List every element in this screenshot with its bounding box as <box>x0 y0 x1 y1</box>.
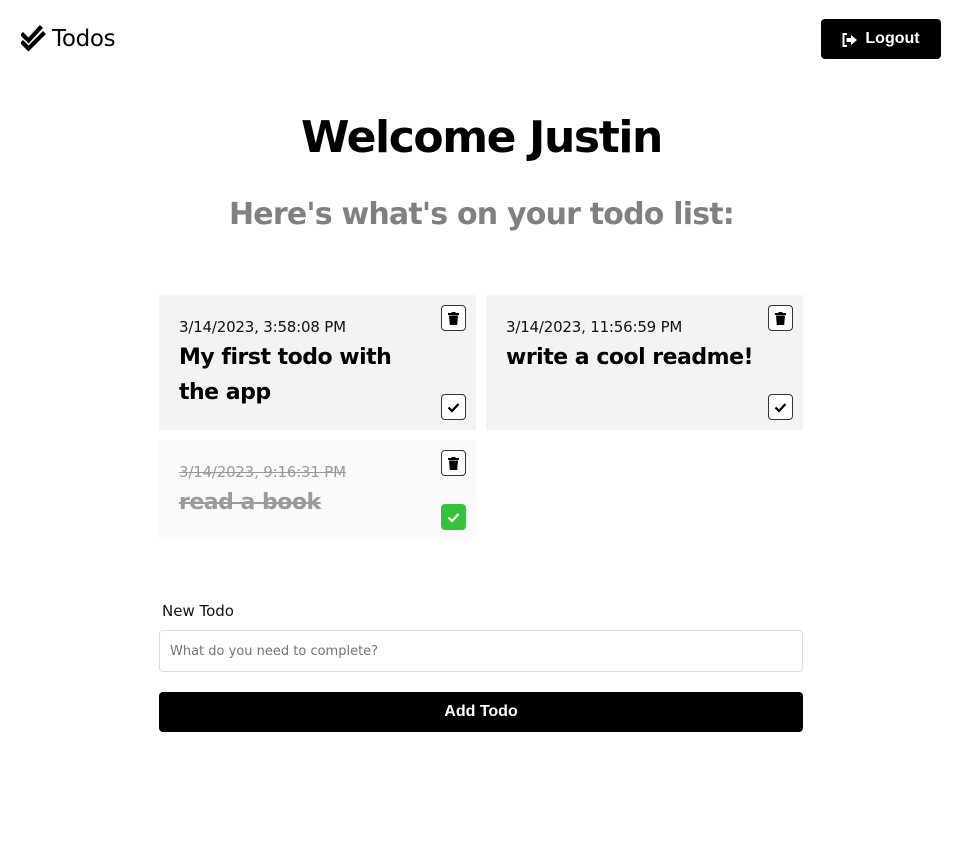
todo-text: My first todo with the app <box>179 345 392 405</box>
new-todo-input[interactable] <box>159 630 803 672</box>
trash-icon <box>775 311 786 325</box>
todo-date: 3/14/2023, 11:56:59 PM <box>506 318 683 336</box>
double-check-icon <box>20 25 47 53</box>
trash-icon <box>448 311 459 325</box>
delete-button[interactable] <box>441 305 466 331</box>
complete-checkbox[interactable] <box>441 504 466 530</box>
todo-card: 3/14/2023, 11:56:59 PM write a cool read… <box>486 295 803 430</box>
delete-button[interactable] <box>441 450 466 476</box>
complete-checkbox[interactable] <box>441 394 466 420</box>
check-icon <box>447 512 460 523</box>
todo-text: write a cool readme! <box>506 345 754 370</box>
logout-label: Logout <box>865 30 920 47</box>
check-icon <box>447 402 460 413</box>
todo-text: read a book <box>179 490 321 515</box>
welcome-heading: Welcome Justin <box>301 112 663 163</box>
delete-button[interactable] <box>768 305 793 331</box>
todo-card: 3/14/2023, 3:58:08 PM My first todo with… <box>159 295 476 430</box>
todo-list-subtitle: Here's what's on your todo list: <box>228 197 735 232</box>
brand[interactable]: Todos <box>20 24 116 54</box>
complete-checkbox[interactable] <box>768 394 793 420</box>
logout-button[interactable]: Logout <box>821 19 941 59</box>
check-icon <box>774 402 787 413</box>
brand-label: Todos <box>52 26 116 52</box>
trash-icon <box>448 456 459 470</box>
new-todo-label: New Todo <box>162 602 234 620</box>
todo-date: 3/14/2023, 3:58:08 PM <box>179 318 346 336</box>
todo-card: 3/14/2023, 9:16:31 PM read a book <box>159 440 476 539</box>
todo-date: 3/14/2023, 9:16:31 PM <box>179 463 346 481</box>
sign-out-icon <box>842 32 858 47</box>
top-navbar: Todos Logout <box>0 0 959 80</box>
add-todo-button[interactable]: Add Todo <box>159 692 803 732</box>
